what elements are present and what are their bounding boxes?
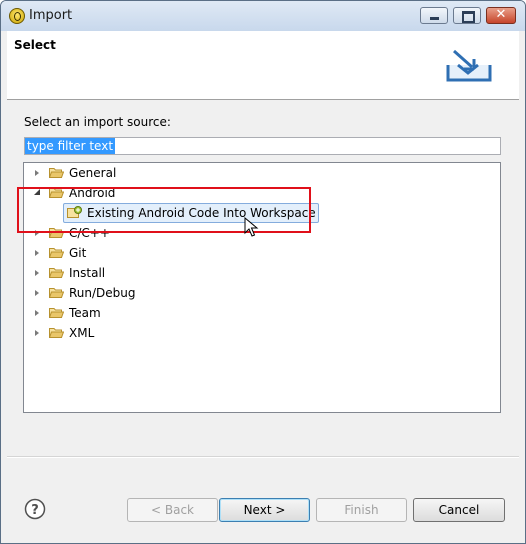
tree-item-existing-android-code[interactable]: Existing Android Code Into Workspace (24, 203, 324, 223)
folder-icon (49, 168, 64, 178)
title-bar: Import ✕ (1, 1, 525, 31)
selected-item[interactable]: Existing Android Code Into Workspace (63, 203, 319, 223)
window-title: Import (29, 8, 73, 23)
maximize-button[interactable] (453, 7, 481, 24)
tree-item-label: Run/Debug (69, 286, 136, 300)
expand-arrow-icon[interactable] (34, 289, 39, 297)
folder-icon (49, 248, 64, 258)
close-button[interactable]: ✕ (486, 7, 516, 24)
android-project-icon (67, 206, 82, 218)
tree-item-label: Existing Android Code Into Workspace (87, 206, 316, 220)
finish-button[interactable]: Finish (316, 498, 407, 522)
expand-arrow-icon[interactable] (34, 329, 39, 337)
expand-arrow-icon[interactable] (34, 229, 39, 237)
expand-arrow-icon[interactable] (34, 169, 39, 177)
filter-input[interactable]: type filter text (24, 137, 501, 155)
svg-text:?: ? (31, 503, 39, 518)
folder-icon (49, 268, 64, 278)
close-icon: ✕ (495, 7, 507, 22)
eclipse-icon (9, 8, 25, 24)
maximize-icon (462, 11, 475, 23)
folder-icon (49, 308, 64, 318)
expand-arrow-icon[interactable] (34, 269, 39, 277)
page-title: Select (14, 38, 56, 52)
folder-icon (49, 328, 64, 338)
tree-item-label: C/C++ (69, 226, 110, 240)
folder-open-icon (49, 188, 64, 198)
back-button[interactable]: < Back (127, 498, 218, 522)
folder-icon (49, 288, 64, 298)
expand-arrow-icon[interactable] (34, 309, 39, 317)
import-dialog: Import ✕ Select Select an import source:… (0, 0, 526, 544)
folder-icon (49, 228, 64, 238)
wizard-body: Select an import source: type filter tex… (7, 100, 519, 537)
expand-arrow-icon[interactable] (34, 249, 39, 257)
tree-item-label: Install (69, 266, 106, 280)
button-bar-separator (7, 456, 519, 458)
filter-text[interactable]: type filter text (25, 138, 116, 154)
wizard-header: Select (7, 31, 519, 100)
minimize-button[interactable] (420, 7, 448, 24)
help-icon[interactable]: ? (24, 498, 46, 520)
tree-item-label: XML (69, 326, 95, 340)
next-button[interactable]: Next > (219, 498, 310, 522)
import-tray-icon (446, 49, 492, 82)
tree-item-label: General (69, 166, 117, 180)
minimize-icon (430, 17, 439, 20)
mouse-pointer-icon (244, 217, 259, 237)
tree-item-label: Android (69, 186, 116, 200)
import-source-label: Select an import source: (24, 115, 171, 129)
tree-item-label: Git (69, 246, 87, 260)
tree-item-label: Team (69, 306, 101, 320)
cancel-button[interactable]: Cancel (413, 498, 505, 522)
import-source-tree[interactable]: General Android Existing Android Code In… (23, 162, 501, 413)
